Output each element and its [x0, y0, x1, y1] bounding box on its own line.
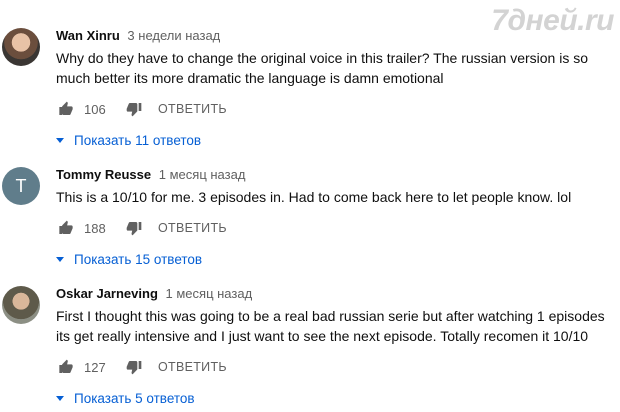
show-replies-button[interactable]: Показать 5 ответов: [56, 388, 616, 408]
comment-author[interactable]: Oskar Jarneving: [56, 286, 158, 301]
thumbs-down-icon[interactable]: [124, 218, 144, 238]
comment-text: Why do they have to change the original …: [56, 50, 589, 86]
comment-time[interactable]: 3 недели назад: [127, 28, 220, 43]
comment-time[interactable]: 1 месяц назад: [159, 167, 246, 182]
avatar[interactable]: [2, 28, 40, 66]
show-replies-button[interactable]: Показать 11 ответов: [56, 130, 616, 150]
reply-button[interactable]: ОТВЕТИТЬ: [158, 221, 227, 235]
like-count: 127: [84, 359, 106, 375]
show-replies-label: Показать 5 ответов: [74, 390, 195, 406]
thumbs-up-icon[interactable]: [56, 357, 76, 377]
caret-down-icon: [56, 395, 64, 401]
comment-text: First I thought this was going to be a r…: [56, 308, 605, 344]
caret-down-icon: [56, 137, 64, 143]
thumbs-down-icon[interactable]: [124, 357, 144, 377]
caret-down-icon: [56, 256, 64, 262]
show-replies-button[interactable]: Показать 15 ответов: [56, 249, 616, 269]
show-replies-label: Показать 11 ответов: [74, 132, 202, 148]
comment-text: This is a 10/10 for me. 3 episodes in. H…: [56, 189, 572, 205]
reply-button[interactable]: ОТВЕТИТЬ: [158, 360, 227, 374]
thumbs-down-icon[interactable]: [124, 99, 144, 119]
thumbs-up-icon[interactable]: [56, 99, 76, 119]
like-count: 106: [84, 101, 106, 117]
show-replies-label: Показать 15 ответов: [74, 251, 203, 267]
like-count: 188: [84, 220, 106, 236]
reply-button[interactable]: ОТВЕТИТЬ: [158, 102, 227, 116]
comment-author[interactable]: Wan Xinru: [56, 28, 120, 43]
avatar[interactable]: T: [2, 167, 40, 205]
comment-author[interactable]: Tommy Reusse: [56, 167, 151, 182]
avatar[interactable]: [2, 286, 40, 324]
thumbs-up-icon[interactable]: [56, 218, 76, 238]
comment-time[interactable]: 1 месяц назад: [166, 286, 253, 301]
